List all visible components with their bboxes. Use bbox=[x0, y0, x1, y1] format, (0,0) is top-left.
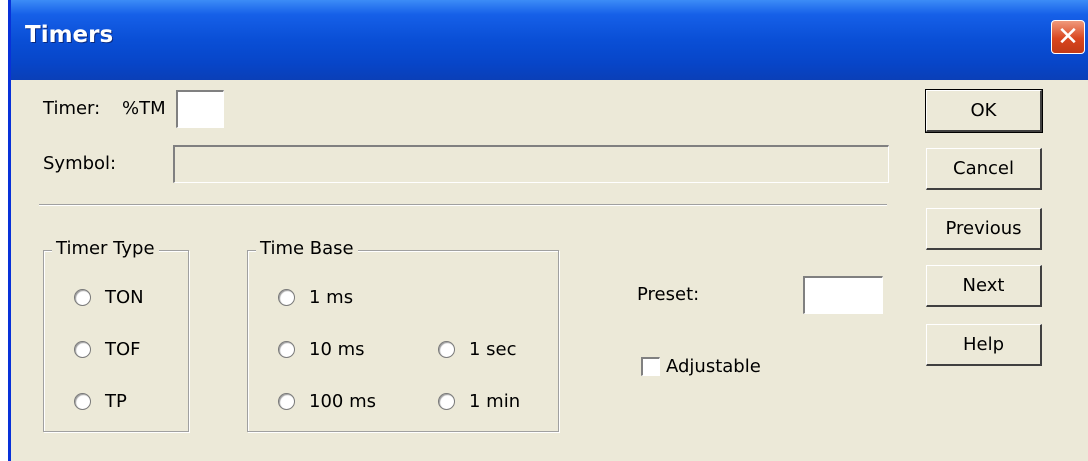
time-base-legend: Time Base bbox=[256, 238, 358, 259]
preset-label: Preset: bbox=[637, 284, 700, 305]
close-icon[interactable]: ✕ bbox=[1051, 20, 1085, 54]
radio-button-icon bbox=[438, 393, 455, 410]
cancel-button[interactable]: Cancel bbox=[926, 148, 1042, 190]
checkbox-icon bbox=[641, 357, 660, 376]
radio-button-icon bbox=[74, 393, 91, 410]
next-button[interactable]: Next bbox=[926, 265, 1042, 307]
radio-tp[interactable]: TP bbox=[74, 391, 127, 412]
radio-button-icon bbox=[278, 393, 295, 410]
separator bbox=[39, 204, 887, 206]
timer-label: Timer: bbox=[43, 98, 101, 119]
radio-1min[interactable]: 1 min bbox=[438, 391, 520, 412]
radio-button-icon bbox=[438, 341, 455, 358]
radio-button-icon bbox=[278, 341, 295, 358]
radio-button-icon bbox=[278, 289, 295, 306]
radio-1ms[interactable]: 1 ms bbox=[278, 287, 353, 308]
radio-button-icon bbox=[74, 289, 91, 306]
timers-dialog: Timers ✕ Timer: %TM Symbol: Timer Type T… bbox=[8, 0, 1088, 461]
previous-button[interactable]: Previous bbox=[926, 208, 1042, 250]
symbol-input[interactable] bbox=[173, 145, 889, 183]
radio-ton[interactable]: TON bbox=[74, 287, 144, 308]
timer-number-input[interactable] bbox=[176, 90, 224, 128]
symbol-label: Symbol: bbox=[43, 153, 117, 174]
window-title: Timers bbox=[25, 22, 114, 48]
timer-type-legend: Timer Type bbox=[52, 238, 159, 259]
ok-button[interactable]: OK bbox=[925, 89, 1043, 133]
time-base-group: Time Base 1 ms 10 ms 100 ms 1 sec 1 min bbox=[247, 238, 559, 432]
timer-prefix: %TM bbox=[122, 98, 166, 119]
title-bar[interactable]: Timers ✕ bbox=[11, 0, 1088, 80]
preset-input[interactable] bbox=[803, 276, 883, 314]
adjustable-checkbox[interactable]: Adjustable bbox=[641, 356, 761, 377]
help-button[interactable]: Help bbox=[926, 324, 1042, 366]
radio-100ms[interactable]: 100 ms bbox=[278, 391, 376, 412]
radio-1sec[interactable]: 1 sec bbox=[438, 339, 517, 360]
timer-type-group: Timer Type TON TOF TP bbox=[43, 238, 189, 432]
radio-10ms[interactable]: 10 ms bbox=[278, 339, 365, 360]
radio-button-icon bbox=[74, 341, 91, 358]
radio-tof[interactable]: TOF bbox=[74, 339, 141, 360]
adjustable-label: Adjustable bbox=[666, 356, 761, 377]
